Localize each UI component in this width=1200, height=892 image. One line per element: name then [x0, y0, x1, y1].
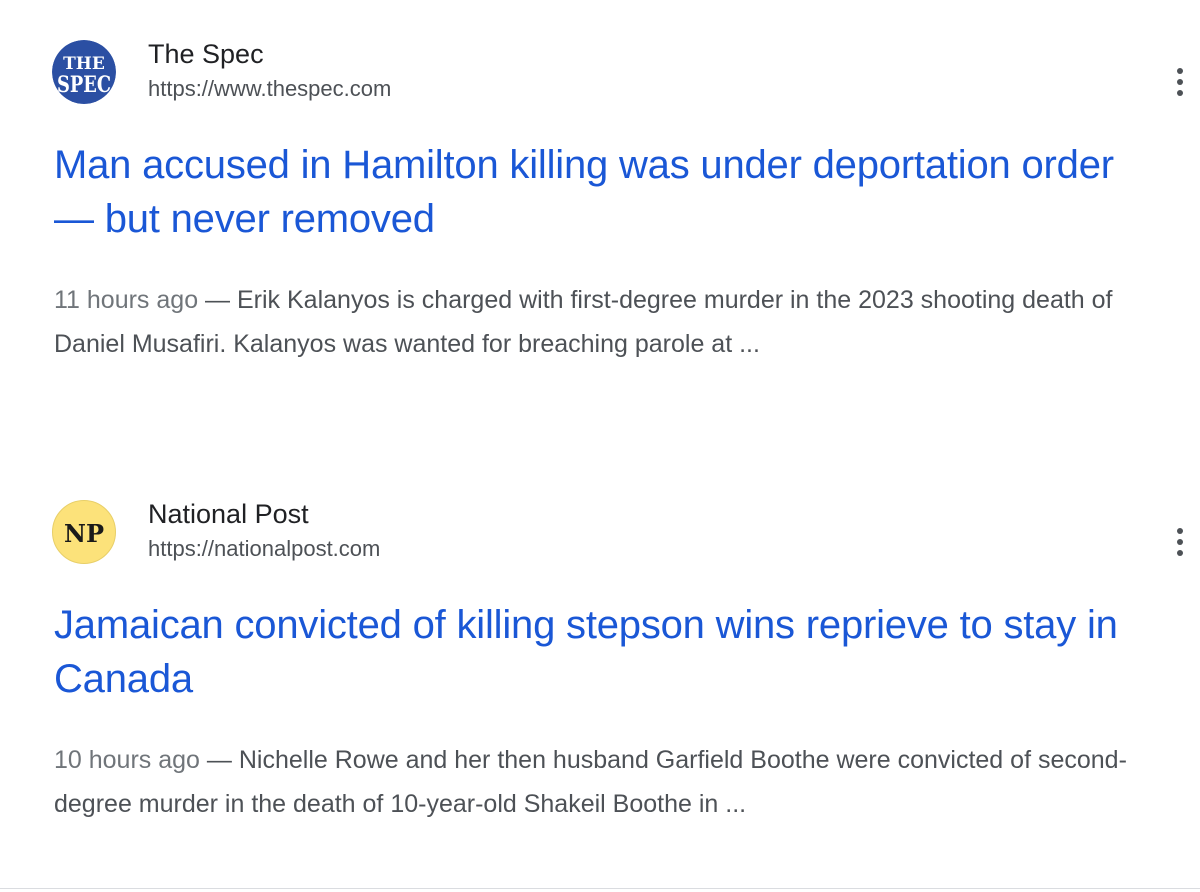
result-time: 10 hours ago — [54, 746, 200, 774]
the-spec-logo-icon: THE SPEC — [52, 40, 116, 104]
source-text: National Post https://nationalpost.com — [148, 498, 380, 564]
source-name: National Post — [148, 499, 309, 529]
more-options-button[interactable] — [1160, 62, 1200, 102]
result-snippet: 10 hours ago — Nichelle Rowe and her the… — [54, 738, 1154, 826]
snippet-separator: — — [199, 746, 239, 774]
divider — [0, 888, 1200, 889]
source-url: https://www.thespec.com — [148, 76, 392, 101]
result-source[interactable]: NP National Post https://nationalpost.co… — [52, 498, 1183, 566]
more-options-button[interactable] — [1160, 522, 1200, 562]
national-post-logo-icon: NP — [52, 500, 116, 564]
source-url: https://nationalpost.com — [148, 536, 381, 561]
vertical-ellipsis-icon — [1177, 68, 1183, 96]
svg-text:NP: NP — [64, 519, 104, 548]
search-results: THE SPEC The Spec https://www.thespec.co… — [0, 0, 1200, 892]
result-time: 11 hours ago — [54, 286, 199, 314]
source-text: The Spec https://www.thespec.com — [148, 38, 391, 104]
svg-text:SPEC: SPEC — [57, 72, 111, 98]
vertical-ellipsis-icon — [1177, 528, 1183, 556]
result-snippet: 11 hours ago — Erik Kalanyos is charged … — [54, 278, 1154, 366]
result-headline-link[interactable]: Jamaican convicted of killing stepson wi… — [54, 598, 1154, 706]
result-source[interactable]: THE SPEC The Spec https://www.thespec.co… — [52, 38, 1183, 106]
result-headline-link[interactable]: Man accused in Hamilton killing was unde… — [54, 138, 1154, 246]
source-name: The Spec — [148, 39, 264, 69]
svg-text:THE: THE — [63, 54, 105, 74]
snippet-separator: — — [198, 286, 237, 314]
